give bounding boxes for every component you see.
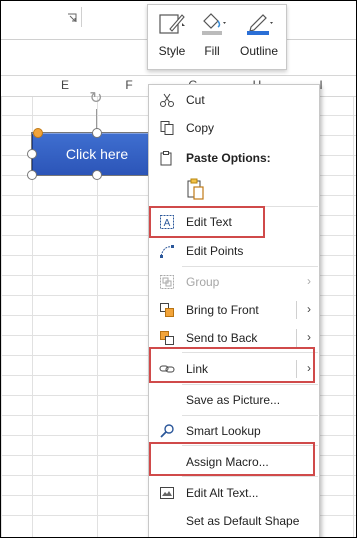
submenu-arrow-icon[interactable]: › <box>307 361 311 375</box>
mini-toolbar: Style Fill Outline <box>147 4 287 70</box>
submenu-arrow-icon[interactable]: › <box>307 330 311 344</box>
resize-handle-bottom[interactable] <box>92 170 102 180</box>
pen-outline-icon <box>243 9 275 37</box>
menu-item-assign-macro[interactable]: Assign Macro... <box>149 448 319 476</box>
shape-style-icon <box>156 9 188 37</box>
menu-item-label: Group <box>186 275 220 289</box>
paste-icon <box>158 149 176 167</box>
paint-bucket-icon <box>196 9 228 37</box>
alt-text-icon <box>158 484 176 502</box>
menu-item-label: Edit Text <box>186 215 232 229</box>
resize-handle-top[interactable] <box>92 128 102 138</box>
menu-item-label: Edit Alt Text... <box>186 486 259 500</box>
menu-item-edit-points[interactable]: Edit Points <box>149 237 319 265</box>
fill-button[interactable]: Fill <box>196 9 228 65</box>
menu-separator <box>182 415 318 416</box>
grid-line <box>1 75 2 537</box>
search-icon <box>158 422 176 440</box>
menu-item-label: Assign Macro... <box>186 455 269 469</box>
menu-item-label: Smart Lookup <box>186 424 261 438</box>
split-separator <box>296 329 297 347</box>
menu-item-label: Cut <box>186 93 205 107</box>
column-header-e[interactable]: E <box>55 78 75 92</box>
menu-separator <box>182 266 318 267</box>
grid-line <box>353 75 354 537</box>
split-separator <box>296 301 297 319</box>
resize-handle-bottom-left[interactable] <box>27 170 37 180</box>
edit-points-icon <box>158 242 176 260</box>
group-icon <box>158 273 176 291</box>
context-menu: Cut Copy Paste Options: A Edit Text Edit… <box>148 84 320 537</box>
menu-separator <box>182 476 318 477</box>
menu-item-label: Bring to Front <box>186 303 259 317</box>
clipboard-icon <box>185 178 207 200</box>
menu-separator <box>182 206 318 207</box>
paste-option-picture[interactable] <box>149 174 319 204</box>
split-separator <box>296 360 297 378</box>
menu-item-label: Save as Picture... <box>186 393 281 407</box>
menu-item-link[interactable]: Link › <box>149 355 319 383</box>
menu-item-bring-to-front[interactable]: Bring to Front › <box>149 296 319 324</box>
menu-item-edit-text[interactable]: A Edit Text <box>149 208 319 236</box>
style-button[interactable]: Style <box>156 9 188 65</box>
send-to-back-icon <box>158 329 176 347</box>
dialog-launcher-icon[interactable] <box>67 13 77 23</box>
style-label: Style <box>158 44 186 58</box>
fill-label: Fill <box>204 44 220 58</box>
menu-item-label: Set as Default Shape <box>186 514 300 528</box>
edit-text-icon: A <box>158 213 176 231</box>
scissors-icon <box>158 91 176 109</box>
ribbon-separator <box>81 7 82 27</box>
paste-options-header: Paste Options: <box>149 144 319 172</box>
menu-item-label: Link <box>186 362 209 376</box>
menu-item-label: Copy <box>186 121 215 135</box>
outline-label: Outline <box>240 44 279 58</box>
menu-item-save-as-picture[interactable]: Save as Picture... <box>149 386 319 414</box>
rotate-handle-icon[interactable]: ↻ <box>87 90 105 108</box>
menu-separator <box>182 445 318 446</box>
copy-icon <box>158 119 176 137</box>
menu-item-label: Paste Options: <box>186 151 271 165</box>
submenu-arrow-icon[interactable]: › <box>307 302 311 316</box>
menu-item-send-to-back[interactable]: Send to Back › <box>149 324 319 352</box>
menu-item-label: Send to Back <box>186 331 258 345</box>
resize-handle-left[interactable] <box>27 149 37 159</box>
menu-item-label: Edit Points <box>186 244 244 258</box>
submenu-arrow-icon: › <box>307 274 311 288</box>
column-header-f[interactable]: F <box>119 78 139 92</box>
menu-separator <box>182 384 318 385</box>
menu-separator <box>182 352 318 353</box>
menu-item-edit-alt-text[interactable]: Edit Alt Text... <box>149 479 319 507</box>
menu-item-cut[interactable]: Cut <box>149 86 319 114</box>
bring-to-front-icon <box>158 301 176 319</box>
menu-item-copy[interactable]: Copy <box>149 114 319 142</box>
menu-item-smart-lookup[interactable]: Smart Lookup <box>149 417 319 445</box>
adjust-handle[interactable] <box>33 128 43 138</box>
menu-item-set-default-shape[interactable]: Set as Default Shape <box>149 507 319 535</box>
link-icon <box>158 360 176 378</box>
screenshot-frame: E F G H I ↻ Click here <box>0 0 357 538</box>
outline-button[interactable]: Outline <box>240 9 278 65</box>
menu-item-group[interactable]: Group › <box>149 268 319 296</box>
svg-text:A: A <box>164 218 171 229</box>
